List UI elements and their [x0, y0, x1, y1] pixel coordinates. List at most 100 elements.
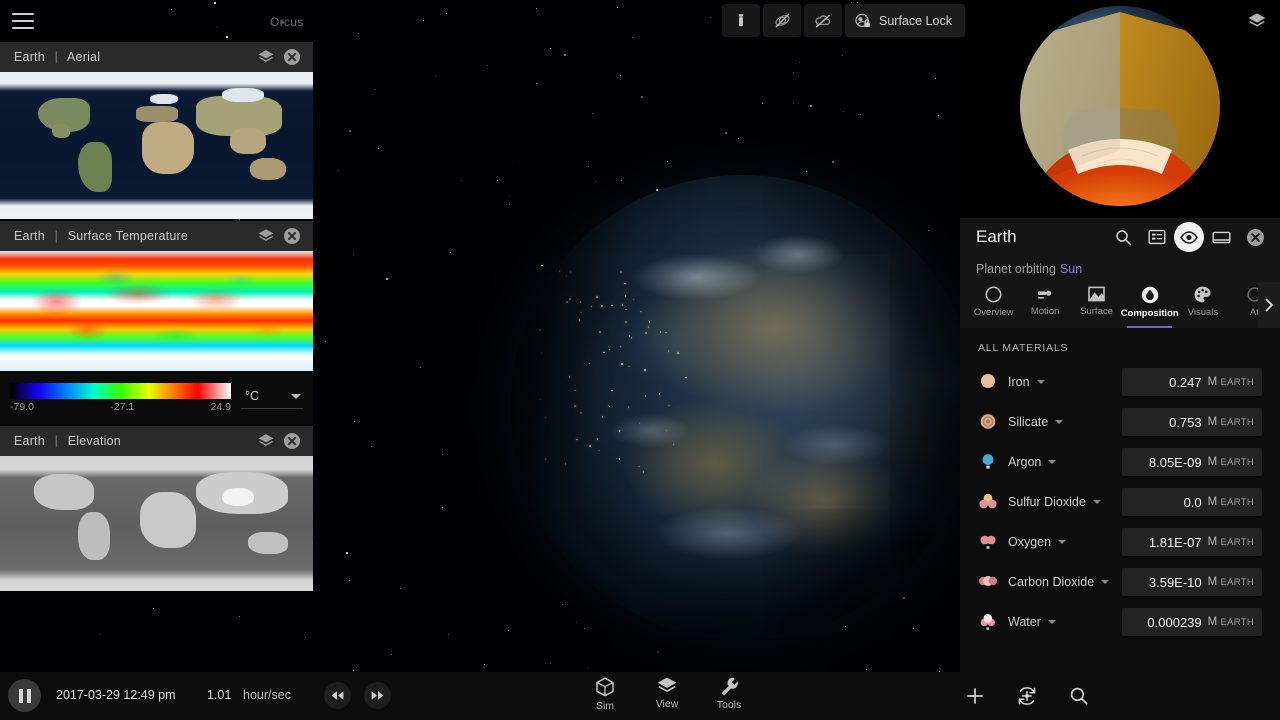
map-close-button[interactable]: [279, 223, 305, 249]
chevron-down-icon[interactable]: [1036, 380, 1045, 384]
chevron-down-icon[interactable]: [1047, 620, 1056, 624]
map-panel-header: Earth | Elevation: [0, 426, 313, 456]
detail-tabs: Overview Motion Surface Composition Visu…: [960, 282, 1280, 328]
material-value-field[interactable]: 3.59E-10 M EARTH: [1122, 568, 1262, 596]
map-layers-button[interactable]: [253, 44, 279, 70]
material-unit: M EARTH: [1207, 576, 1254, 588]
time-rate-unit[interactable]: hour/sec: [243, 688, 291, 702]
material-name: Silicate: [1008, 415, 1049, 429]
material-value-field[interactable]: 1.81E-07 M EARTH: [1122, 528, 1262, 556]
material-unit: M EARTH: [1207, 456, 1254, 468]
detail-search-button[interactable]: [1106, 222, 1140, 252]
earth-terminator: [510, 175, 975, 640]
tab-overview[interactable]: Overview: [968, 282, 1019, 328]
chevron-down-icon[interactable]: [1048, 460, 1057, 464]
add-button[interactable]: [959, 680, 991, 712]
material-row[interactable]: Carbon Dioxide 3.59E-10 M EARTH: [960, 562, 1280, 602]
rewind-button[interactable]: [324, 682, 351, 709]
material-value-field[interactable]: 0.000239 M EARTH: [1122, 608, 1262, 636]
bottom-bar: 2017-03-29 12:49 pm 1.01 hour/sec Sim Vi…: [0, 672, 1280, 720]
material-name: Water: [1008, 615, 1041, 629]
material-value-field[interactable]: 0.0 M EARTH: [1122, 488, 1262, 516]
orbits-toggle-button[interactable]: [763, 4, 801, 37]
aerial-map-image[interactable]: [0, 72, 313, 219]
detail-visibility-button[interactable]: [1174, 222, 1204, 252]
title-separator: |: [54, 229, 59, 243]
detail-close-button[interactable]: [1238, 222, 1272, 252]
play-pause-button[interactable]: [8, 679, 41, 712]
fast-forward-button[interactable]: [364, 682, 391, 709]
time-rate-value[interactable]: 1.01: [207, 688, 231, 702]
close-icon: [283, 227, 301, 245]
parent-body-link[interactable]: Sun: [1060, 262, 1082, 276]
simulation-date[interactable]: 2017-03-29 12:49 pm: [56, 688, 176, 702]
material-name: Carbon Dioxide: [1008, 575, 1095, 589]
tab-label: Surface: [1080, 306, 1113, 317]
material-row[interactable]: Silicate 0.753 M EARTH: [960, 402, 1280, 442]
material-row[interactable]: Water 0.000239 M EARTH: [960, 602, 1280, 642]
recenter-button[interactable]: [1011, 680, 1043, 712]
tab-surface[interactable]: Surface: [1071, 282, 1122, 328]
mode-switcher: Sim View Tools: [585, 676, 749, 712]
mode-sim[interactable]: Sim: [585, 676, 625, 712]
surface-lock-button[interactable]: Surface Lock: [845, 4, 965, 37]
chevron-down-icon[interactable]: [1058, 540, 1067, 544]
material-row[interactable]: Sulfur Dioxide 0.0 M EARTH: [960, 482, 1280, 522]
tab-label: Motion: [1030, 306, 1060, 317]
search-button[interactable]: [1063, 680, 1095, 712]
tab-visuals[interactable]: Visuals: [1177, 282, 1228, 328]
chevron-down-icon[interactable]: [1055, 420, 1064, 424]
tab-motion[interactable]: Motion: [1019, 282, 1070, 328]
detail-header: Earth: [960, 218, 1280, 256]
tab-label: Composition: [1120, 308, 1179, 319]
flashlight-button[interactable]: [722, 4, 760, 37]
map-panel-title: Earth | Aerial: [14, 50, 253, 64]
pause-icon: [18, 688, 23, 703]
wrench-icon: [719, 676, 740, 697]
mode-view[interactable]: View: [647, 676, 687, 712]
chevron-down-icon[interactable]: [1101, 580, 1110, 584]
view-layers-button[interactable]: [1242, 6, 1272, 36]
layers-icon: [656, 676, 678, 696]
material-row[interactable]: Iron 0.247 M EARTH: [960, 362, 1280, 402]
mode-tools[interactable]: Tools: [709, 676, 749, 712]
materials-list[interactable]: ALL MATERIALS Iron 0.247 M EARTH Silicate 0.…: [960, 328, 1280, 720]
map-layers-button[interactable]: [253, 428, 279, 454]
material-name: Sulfur Dioxide: [1008, 495, 1086, 509]
map-layer-name: Surface Temperature: [67, 229, 189, 243]
map-layer-name: Elevation: [67, 434, 121, 448]
orcus-label[interactable]: Orcus: [270, 15, 304, 29]
menu-icon[interactable]: [8, 8, 38, 34]
earth-globe[interactable]: [510, 175, 975, 640]
detail-window-button[interactable]: [1204, 222, 1238, 252]
material-row[interactable]: Oxygen 1.81E-07 M EARTH: [960, 522, 1280, 562]
map-layers-button[interactable]: [253, 223, 279, 249]
elevation-map-image[interactable]: [0, 456, 313, 591]
tab-label: Overview: [973, 307, 1014, 318]
material-name: Oxygen: [1008, 535, 1052, 549]
legend-max: 24.9: [210, 400, 231, 413]
tabs-scroll-right-button[interactable]: [1258, 282, 1280, 328]
map-close-button[interactable]: [279, 428, 305, 454]
clouds-toggle-button[interactable]: [804, 4, 842, 37]
material-name: Argon: [1008, 455, 1042, 469]
material-value-field[interactable]: 8.05E-09 M EARTH: [1122, 448, 1262, 476]
tab-composition[interactable]: Composition: [1120, 282, 1179, 328]
material-value: 8.05E-09: [1148, 454, 1202, 470]
detail-list-button[interactable]: [1140, 222, 1174, 252]
material-value-field[interactable]: 0.753 M EARTH: [1122, 408, 1262, 436]
material-row[interactable]: Argon 8.05E-09 M EARTH: [960, 442, 1280, 482]
map-close-button[interactable]: [279, 44, 305, 70]
cube-icon: [594, 676, 616, 698]
temperature-map-image[interactable]: [0, 251, 313, 371]
layers-icon: [257, 433, 275, 449]
chevron-down-icon[interactable]: [1092, 500, 1101, 504]
clouds-off-icon: [814, 13, 832, 29]
material-value-field[interactable]: 0.247 M EARTH: [1122, 368, 1262, 396]
material-unit: M EARTH: [1207, 616, 1254, 628]
material-value: 0.0: [1183, 494, 1202, 510]
temperature-unit-select[interactable]: °C: [241, 386, 303, 409]
detail-title: Earth: [976, 227, 1017, 246]
tab-label: Visuals: [1187, 307, 1219, 318]
app-root: Orcus Surface Lock Earth | Aerial Earth …: [0, 0, 1280, 720]
